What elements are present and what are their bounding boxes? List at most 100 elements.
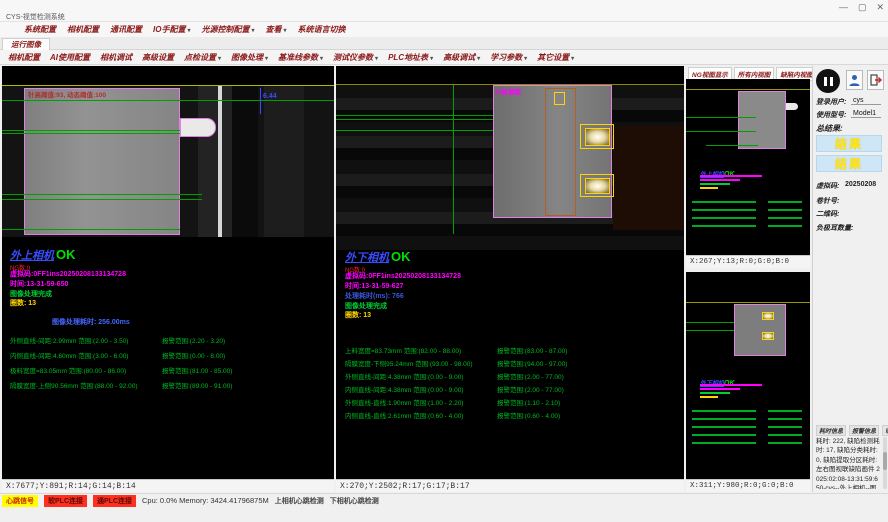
cpu-memory-text: Cpu: 0.0% Memory: 3424.41796875M	[142, 496, 269, 505]
qr-code-label: 二维码:	[816, 209, 839, 219]
measure-row: 隔膜宽度-下侧95.24mm 范围:(93.00 - 98.00)报警范围:(9…	[345, 358, 473, 368]
elapsed-lower: 处理耗时(ms): 766	[345, 291, 404, 301]
threshold-label: 针高阈值:93, 动态阈值:100	[28, 89, 106, 99]
tool-camera-config[interactable]: 相机配置	[8, 52, 40, 63]
tool-camera-debug[interactable]: 相机调试	[100, 52, 132, 63]
menu-camera-config[interactable]: 相机配置	[67, 24, 99, 35]
thumbnail-lower[interactable]: 外下相机OK X:311;Y:980;R:0;G:0;B:0	[686, 272, 810, 492]
connector-tab	[180, 118, 216, 137]
model-value: Model1	[851, 110, 881, 118]
user-lock-icon	[849, 74, 860, 87]
tool-test-params[interactable]: 测试仪参数	[333, 52, 378, 63]
tab-alarm-info[interactable]: 报警信息	[849, 425, 879, 436]
login-user-label: 登录用户:	[816, 97, 846, 107]
camera-image-lower: AI检测框	[336, 84, 684, 250]
heartbeat-badge: 心跳信号	[2, 495, 38, 507]
measure-row: 上料宽度=83.73mm 范围:(82.00 - 88.00)报警范围:(83.…	[345, 345, 461, 355]
close-icon[interactable]: ✕	[876, 2, 884, 13]
camera-panel-lower[interactable]: AI检测框 外下相机OK NG数:0 虚拟码:0FF1ins2025020813…	[336, 66, 684, 492]
window-controls: — ▢ ✕	[839, 2, 884, 13]
measure-row: 内侧直线-直线:2.61mm 范围:(0.60 - 4.00)报警范围:(0.6…	[345, 410, 463, 420]
barcode-label: 虚拟码:	[816, 181, 839, 191]
neg-tab-count-label: 负极耳数量:	[816, 223, 853, 233]
sidebar: . 登录用户: cys 使用型号: Model1 总结果: 结果 结果 虚拟码:…	[812, 66, 888, 492]
log-text: 耗时: 222, 缺陷检测耗时: 17, 缺陷分类耗时: 0, 缺陷提取分区耗时…	[816, 437, 884, 489]
tool-ai-use-config[interactable]: AI使用配置	[50, 52, 90, 63]
pause-button[interactable]	[816, 69, 840, 93]
barcode-value: 20250208	[845, 181, 876, 188]
measure-row: 极料宽度=83.05mm 范围:(80.00 - 86.00)报警范围:(81.…	[10, 365, 126, 375]
gauge-label: 6.44	[263, 93, 277, 100]
toolbar: 相机配置 AI使用配置 相机调试 高级设置 点检设置 图像处理 基准线参数 测试…	[0, 50, 888, 65]
measure-row: 外侧直线-间距:4.38mm 范围:(0.00 - 9.00)报警范围:(2.0…	[345, 371, 463, 381]
user-lock-button[interactable]	[846, 70, 863, 90]
product-block-upper	[24, 88, 180, 235]
menu-view[interactable]: 查看	[265, 24, 286, 35]
count-lower: 圈数: 13	[345, 310, 371, 320]
camera-result-upper: 外上相机OK	[10, 246, 76, 264]
menu-io-config[interactable]: IO手配置	[153, 24, 190, 35]
lower-camera-heartbeat: 下相机心跳检测	[330, 496, 379, 506]
tab-run-image[interactable]: 运行图像	[2, 38, 50, 50]
result-ok-upper: OK	[56, 247, 76, 262]
minimize-icon[interactable]: —	[839, 2, 848, 13]
comm-plc-badge: 通PLC连接	[93, 495, 136, 507]
result-ok-lower: OK	[391, 249, 411, 264]
login-user-value: cys	[851, 97, 881, 105]
tab-audit-info[interactable]: 审核信息	[882, 425, 888, 436]
menubar: 系统配置 相机配置 通讯配置 IO手配置 光源控制配置 查看 系统语言切换	[0, 22, 888, 37]
time-lower: 时间:13-31-59-627	[345, 281, 403, 291]
pixel-readout-lower: X:270;Y:2502;R:17;G:17;B:17	[336, 479, 684, 492]
upper-camera-heartbeat: 上相机心跳检测	[275, 496, 324, 506]
thumbnail-upper[interactable]: 外上相机OK X:267;Y:13;R:0;G:0;B:0	[686, 79, 810, 268]
result-box-lower: 结果	[816, 155, 882, 172]
ai-label: AI检测框	[495, 86, 521, 96]
pixel-readout-thumb-upper: X:267;Y:13;R:0;G:0;B:0	[686, 255, 810, 268]
tab-elapsed-info[interactable]: 耗时信息	[816, 425, 846, 436]
camera-name-lower: 外下相机	[345, 252, 389, 264]
ai-detect-rect	[545, 88, 576, 216]
app-window: CYS-视觉检测系统 — ▢ ✕ 系统配置 相机配置 通讯配置 IO手配置 光源…	[0, 0, 888, 522]
window-title: CYS-视觉检测系统	[6, 12, 65, 22]
time-upper: 时间:13-31-59-650	[10, 279, 68, 289]
tool-other-settings[interactable]: 其它设置	[537, 52, 574, 63]
tool-baseline-params[interactable]: 基准线参数	[278, 52, 323, 63]
camera-image-upper: 6.44 针高阈值:93, 动态阈值:100	[2, 85, 334, 237]
camera-name-upper: 外上相机	[10, 250, 54, 262]
barcode-lower: 虚拟码:0FF1ins20250208133134728	[345, 271, 461, 281]
pixel-readout-upper: X:7677;Y:891;R:14;G:14;B:14	[2, 479, 334, 492]
menu-comm-config[interactable]: 通讯配置	[110, 24, 142, 35]
soft-plc-badge: 软PLC连接	[44, 495, 87, 507]
barcode-upper: 虚拟码:0FF1ins20250208133134728	[10, 269, 126, 279]
maximize-icon[interactable]: ▢	[858, 2, 867, 13]
tabstrip: 运行图像	[0, 37, 888, 50]
tool-plc-address-table[interactable]: PLC地址表	[388, 52, 433, 63]
camera-result-lower: 外下相机OK	[345, 248, 411, 266]
measure-row: 内侧直线-间距:4.60mm 范围:(3.00 - 6.00)报警范围:(0.0…	[10, 350, 128, 360]
measure-row: 隔膜宽度-上侧90.56mm 范围:(88.00 - 92.00)报警范围:(8…	[10, 380, 138, 390]
menu-language-switch[interactable]: 系统语言切换	[298, 24, 346, 35]
tool-image-processing[interactable]: 图像处理	[231, 52, 268, 63]
tool-learning-params[interactable]: 学习参数	[490, 52, 527, 63]
pin-number-label: 卷针号:	[816, 196, 839, 206]
tool-advanced-debug[interactable]: 高级调试	[443, 52, 480, 63]
statusbar: 心跳信号 软PLC连接 通PLC连接 Cpu: 0.0% Memory: 342…	[0, 493, 888, 507]
pixel-readout-thumb-lower: X:311;Y:980;R:0;G:0;B:0	[686, 479, 810, 492]
exit-button[interactable]	[867, 70, 884, 90]
measure-row: 外侧直线-间距:2.99mm 范围:(2.00 - 3.50)报警范围:(2.2…	[10, 335, 128, 345]
pause-icon	[830, 77, 833, 86]
menu-system-config[interactable]: 系统配置	[24, 24, 56, 35]
camera-panel-upper[interactable]: 6.44 针高阈值:93, 动态阈值:100 外上相机OK NG数:0 虚拟码:…	[2, 66, 334, 492]
model-label: 使用型号:	[816, 110, 846, 120]
menu-light-control[interactable]: 光源控制配置	[201, 24, 254, 35]
count-upper: 圈数: 13	[10, 298, 36, 308]
result-box-upper: 结果	[816, 135, 882, 152]
measure-row: 内侧直线-间距:4.38mm 范围:(0.00 - 9.00)报警范围:(2.0…	[345, 384, 463, 394]
elapsed-upper: 图像处理耗时: 256.00ms	[52, 317, 130, 327]
tool-advanced-settings[interactable]: 高级设置	[142, 52, 174, 63]
log-scrollbar-thumb[interactable]	[883, 452, 887, 470]
total-result-label: 总结果:	[816, 123, 843, 134]
exit-icon	[870, 74, 882, 86]
log-tabs: 耗时信息 报警信息 审核信息	[816, 425, 888, 436]
tool-spotcheck-settings[interactable]: 点检设置	[184, 52, 221, 63]
